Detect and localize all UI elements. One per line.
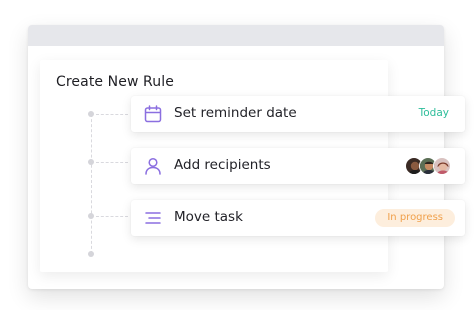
status-badge[interactable]: In progress	[375, 209, 455, 227]
step-card-move-task[interactable]: Move task In progress	[131, 200, 465, 236]
step-label: Move task	[174, 209, 243, 225]
connector-vertical-line	[91, 114, 92, 254]
list-lines-icon	[143, 208, 163, 228]
recipient-avatars[interactable]	[405, 157, 451, 175]
connector-dot	[88, 111, 94, 117]
connector-branch-line	[96, 216, 128, 217]
stage: Create New Rule Set reminder date Today …	[0, 0, 474, 310]
step-label: Add recipients	[174, 157, 271, 173]
connector-dot	[88, 159, 94, 165]
panel-title: Create New Rule	[56, 74, 174, 90]
step-card-recipients[interactable]: Add recipients	[131, 148, 465, 184]
calendar-icon	[143, 104, 163, 124]
connector-branch-line	[96, 114, 128, 115]
step-card-reminder[interactable]: Set reminder date Today	[131, 96, 465, 132]
window-title-bar	[28, 25, 444, 46]
connector-dot	[88, 251, 94, 257]
user-icon	[143, 156, 163, 176]
reminder-date-value: Today	[418, 107, 449, 119]
connector-branch-line	[96, 162, 128, 163]
avatar[interactable]	[433, 157, 451, 175]
step-label: Set reminder date	[174, 105, 297, 121]
connector-dot	[88, 213, 94, 219]
